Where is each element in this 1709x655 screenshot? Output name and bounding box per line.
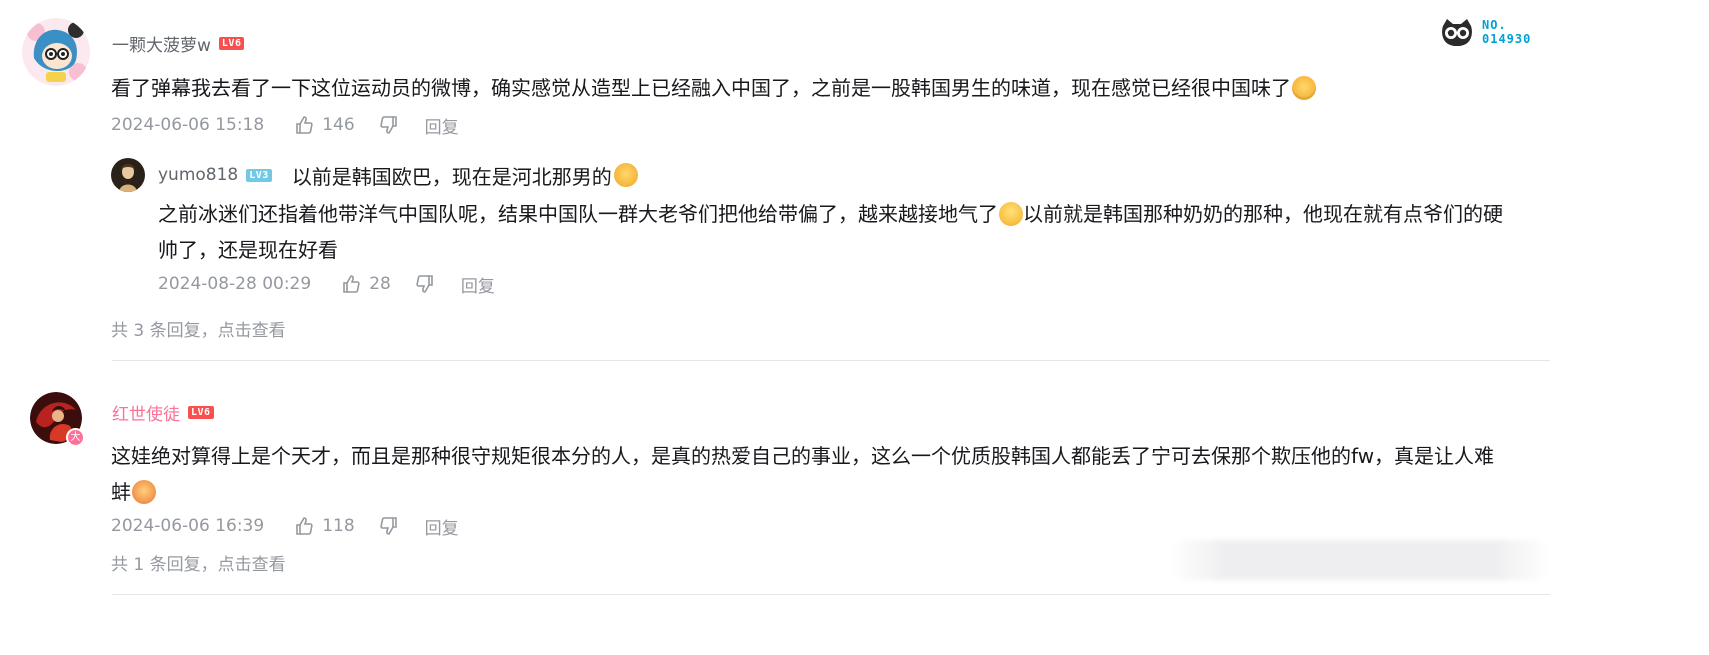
comment-text: 这娃绝对算得上是个天才，而且是那种很守规矩很本分的人，是真的热爱自己的事业，这么… — [111, 438, 1551, 510]
avatar[interactable] — [22, 18, 90, 86]
like-button[interactable]: 146 — [294, 115, 355, 135]
thumbs-up-icon — [296, 517, 313, 535]
comment-time: 2024-06-06 15:18 — [111, 115, 265, 135]
username[interactable]: 一颗大菠萝w — [112, 31, 211, 56]
avatar[interactable]: 大 — [30, 392, 85, 447]
divider — [112, 360, 1550, 361]
sub-reply-first-line: 以前是韩国欧巴，现在是河北那男的 — [291, 164, 612, 189]
sub-reply-text: 之前冰迷们还指着他带洋气中国队呢，结果中国队一群大老爷们把他给带偏了，越来越接地… — [158, 196, 1553, 268]
like-count: 28 — [369, 274, 391, 294]
fan-badge[interactable]: NO. 014930 — [1440, 18, 1531, 46]
view-replies-link[interactable]: 共 3 条回复，点击查看 — [111, 316, 286, 341]
reply-button[interactable]: 回复 — [425, 113, 459, 138]
level-badge: LV6 — [188, 405, 214, 419]
view-replies-link[interactable]: 共 1 条回复，点击查看 — [111, 550, 286, 575]
fan-badge-number: 014930 — [1482, 32, 1532, 46]
thumbs-down-icon — [380, 116, 397, 134]
blush-kiss-emoji-icon — [132, 480, 156, 504]
grin-emoji-icon — [999, 202, 1023, 226]
owl-badge-icon — [1442, 19, 1472, 46]
comment-time: 2024-06-06 16:39 — [111, 516, 265, 536]
like-count: 118 — [322, 516, 355, 536]
sub-reply-text-part1: 之前冰迷们还指着他带洋气中国队呢，结果中国队一群大老爷们把他给带偏了，越来越接地… — [158, 202, 998, 226]
comment-text-line2: 蚌 — [111, 480, 131, 504]
avatar-image — [22, 18, 90, 86]
dislike-button[interactable] — [415, 274, 435, 294]
dislike-button[interactable] — [379, 115, 399, 135]
sub-reply-username[interactable]: yumo818 — [158, 165, 238, 185]
divider — [112, 594, 1550, 595]
dislike-button[interactable] — [379, 516, 399, 536]
sub-reply-time: 2024-08-28 00:29 — [158, 274, 312, 294]
fan-badge-label: NO. — [1482, 18, 1507, 32]
thumbs-down-icon — [416, 275, 433, 293]
reply-button[interactable]: 回复 — [461, 272, 495, 297]
level-badge: LV3 — [246, 168, 272, 182]
thumbs-up-icon — [343, 275, 360, 293]
reply-button[interactable]: 回复 — [425, 514, 459, 539]
sub-reply-text-line2: 帅了，还是现在好看 — [158, 238, 338, 262]
verified-badge: 大 — [66, 428, 85, 447]
like-count: 146 — [322, 115, 355, 135]
comment-text: 看了弹幕我去看了一下这位运动员的微博，确实感觉从造型上已经融入中国了，之前是一股… — [111, 70, 1551, 106]
level-badge: LV6 — [218, 36, 245, 50]
sub-reply-text-part2: 以前就是韩国那种奶奶的那种，他现在就有点爷们的硬 — [1023, 202, 1503, 226]
like-button[interactable]: 118 — [294, 516, 355, 536]
username[interactable]: 红世使徒 — [112, 400, 180, 425]
comment-text-body: 看了弹幕我去看了一下这位运动员的微博，确实感觉从造型上已经融入中国了，之前是一股… — [111, 76, 1291, 100]
laugh-cry-emoji-icon — [1292, 76, 1316, 100]
sub-reply-avatar[interactable] — [111, 158, 145, 192]
blurred-overlay — [1170, 540, 1550, 580]
thumbs-down-icon — [380, 517, 397, 535]
avatar-image — [111, 158, 145, 192]
laugh-cry-emoji-icon — [613, 163, 638, 187]
thumbs-up-icon — [296, 116, 313, 134]
like-button[interactable]: 28 — [341, 274, 391, 294]
comment-text-line1: 这娃绝对算得上是个天才，而且是那种很守规矩很本分的人，是真的热爱自己的事业，这么… — [111, 444, 1495, 468]
